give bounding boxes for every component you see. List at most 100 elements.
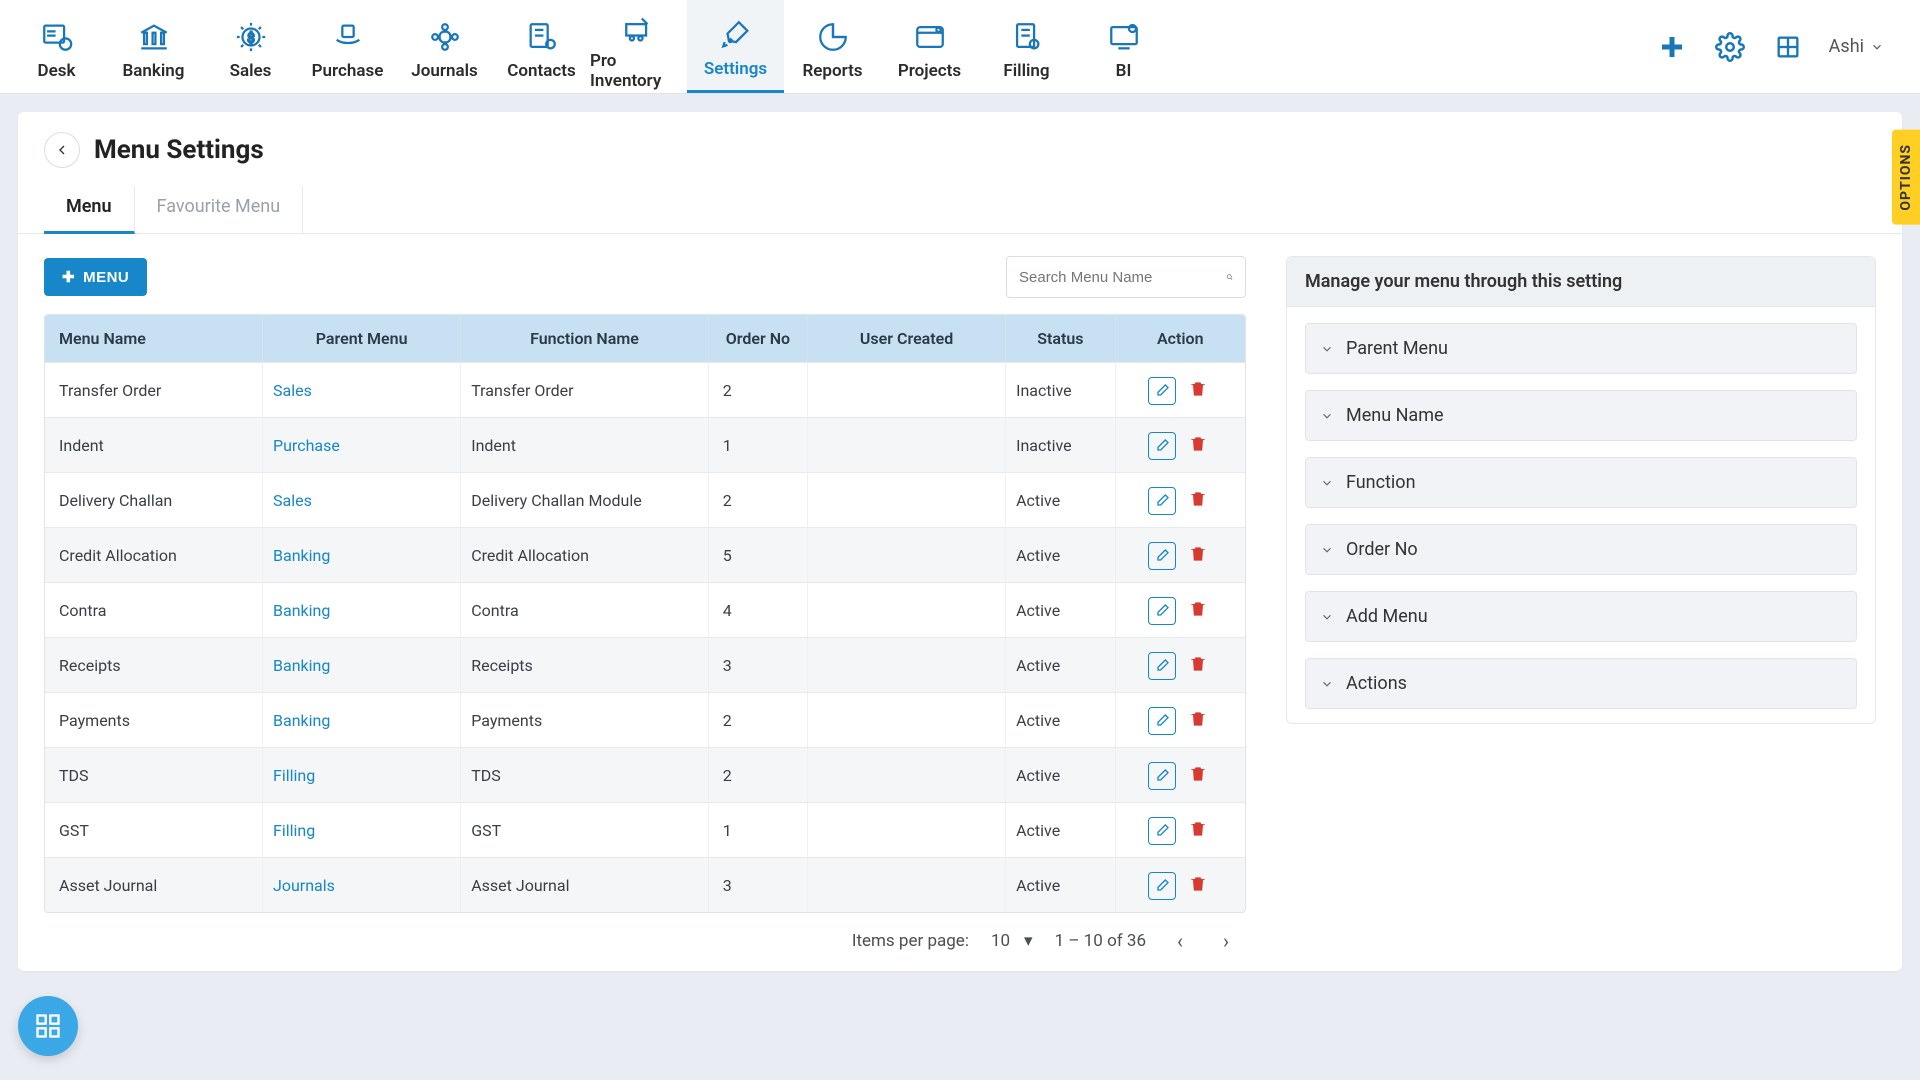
accordion-label: Actions bbox=[1346, 673, 1407, 694]
edit-icon[interactable] bbox=[1148, 432, 1176, 460]
nav-item-filling[interactable]: Filling bbox=[978, 0, 1075, 93]
nav-item-bi[interactable]: BI bbox=[1075, 0, 1172, 93]
accordion-menu-name[interactable]: Menu Name bbox=[1305, 390, 1857, 441]
cell-order-no: 2 bbox=[709, 747, 808, 802]
nav-icon: $ bbox=[233, 19, 269, 55]
nav-item-journals[interactable]: Journals bbox=[396, 0, 493, 93]
accordion-function[interactable]: Function bbox=[1305, 457, 1857, 508]
search-input[interactable] bbox=[1019, 269, 1218, 286]
cell-user-created bbox=[808, 417, 1006, 472]
cell-status: Active bbox=[1006, 527, 1115, 582]
cell-status: Active bbox=[1006, 637, 1115, 692]
delete-icon[interactable] bbox=[1184, 485, 1212, 513]
nav-item-pro-inventory[interactable]: Pro Inventory bbox=[590, 0, 687, 93]
delete-icon[interactable] bbox=[1184, 375, 1212, 403]
search-box[interactable] bbox=[1006, 256, 1246, 298]
cell-action bbox=[1116, 472, 1245, 527]
delete-icon[interactable] bbox=[1184, 595, 1212, 623]
cell-user-created bbox=[808, 747, 1006, 802]
add-menu-button[interactable]: ✚ MENU bbox=[44, 258, 147, 296]
plus-icon[interactable] bbox=[1655, 30, 1689, 64]
nav-item-sales[interactable]: $Sales bbox=[202, 0, 299, 93]
nav-icon bbox=[1009, 19, 1045, 55]
cell-menu-name: Payments bbox=[45, 692, 263, 747]
pager-size-dropdown[interactable]: ▾ bbox=[1024, 931, 1033, 951]
table-row: Asset JournalJournalsAsset Journal3Activ… bbox=[45, 857, 1245, 912]
cell-parent-menu[interactable]: Filling bbox=[263, 747, 461, 802]
options-flag[interactable]: OPTIONS bbox=[1892, 130, 1920, 225]
tab-menu[interactable]: Menu bbox=[44, 186, 135, 234]
delete-icon[interactable] bbox=[1184, 870, 1212, 898]
table-row: Delivery ChallanSalesDelivery Challan Mo… bbox=[45, 472, 1245, 527]
chevron-down-icon bbox=[1320, 610, 1334, 624]
table-row: Credit AllocationBankingCredit Allocatio… bbox=[45, 527, 1245, 582]
edit-icon[interactable] bbox=[1148, 707, 1176, 735]
nav-label: Reports bbox=[802, 61, 862, 81]
top-nav: Desk Banking$SalesPurchaseJournalsContact… bbox=[0, 0, 1920, 94]
cell-action bbox=[1116, 747, 1245, 802]
accordion-add-menu[interactable]: Add Menu bbox=[1305, 591, 1857, 642]
pager-size[interactable]: 10 bbox=[991, 931, 1010, 951]
pagination: Items per page: 10 ▾ 1 – 10 of 36 ‹ › bbox=[44, 913, 1246, 953]
pager-label: Items per page: bbox=[852, 931, 969, 951]
back-button[interactable] bbox=[44, 132, 80, 168]
gear-icon[interactable] bbox=[1713, 30, 1747, 64]
tab-favourite-menu[interactable]: Favourite Menu bbox=[135, 186, 304, 233]
cell-parent-menu[interactable]: Sales bbox=[263, 362, 461, 417]
edit-icon[interactable] bbox=[1148, 817, 1176, 845]
cell-user-created bbox=[808, 472, 1006, 527]
cell-parent-menu[interactable]: Sales bbox=[263, 472, 461, 527]
edit-icon[interactable] bbox=[1148, 487, 1176, 515]
nav-icon bbox=[718, 17, 754, 53]
delete-icon[interactable] bbox=[1184, 430, 1212, 458]
edit-icon[interactable] bbox=[1148, 762, 1176, 790]
nav-item-banking[interactable]: Banking bbox=[105, 0, 202, 93]
nav-item-desk[interactable]: Desk bbox=[8, 0, 105, 93]
edit-icon[interactable] bbox=[1148, 872, 1176, 900]
nav-item-contacts[interactable]: Contacts bbox=[493, 0, 590, 93]
cell-action bbox=[1116, 637, 1245, 692]
cell-parent-menu[interactable]: Banking bbox=[263, 637, 461, 692]
nav-item-reports[interactable]: Reports bbox=[784, 0, 881, 93]
accordion-order-no[interactable]: Order No bbox=[1305, 524, 1857, 575]
cell-user-created bbox=[808, 692, 1006, 747]
nav-item-settings[interactable]: Settings bbox=[687, 0, 784, 93]
delete-icon[interactable] bbox=[1184, 760, 1212, 788]
edit-icon[interactable] bbox=[1148, 377, 1176, 405]
edit-icon[interactable] bbox=[1148, 542, 1176, 570]
calculator-icon[interactable] bbox=[1771, 30, 1805, 64]
delete-icon[interactable] bbox=[1184, 705, 1212, 733]
cell-parent-menu[interactable]: Banking bbox=[263, 692, 461, 747]
pager-next[interactable]: › bbox=[1214, 929, 1238, 953]
cell-parent-menu[interactable]: Filling bbox=[263, 802, 461, 857]
cell-parent-menu[interactable]: Banking bbox=[263, 527, 461, 582]
cell-action bbox=[1116, 417, 1245, 472]
pager-prev[interactable]: ‹ bbox=[1168, 929, 1192, 953]
cell-function-name: Payments bbox=[461, 692, 708, 747]
user-menu[interactable]: Ashi bbox=[1829, 36, 1884, 57]
cell-parent-menu[interactable]: Purchase bbox=[263, 417, 461, 472]
accordion-actions[interactable]: Actions bbox=[1305, 658, 1857, 709]
nav-item-purchase[interactable]: Purchase bbox=[299, 0, 396, 93]
cell-function-name: GST bbox=[461, 802, 708, 857]
delete-icon[interactable] bbox=[1184, 815, 1212, 843]
cell-menu-name: Delivery Challan bbox=[45, 472, 263, 527]
search-icon bbox=[1226, 269, 1233, 285]
cell-action bbox=[1116, 692, 1245, 747]
col-order-no: Order No bbox=[709, 315, 808, 362]
edit-icon[interactable] bbox=[1148, 597, 1176, 625]
nav-items: Desk Banking$SalesPurchaseJournalsContact… bbox=[8, 0, 1172, 93]
cell-parent-menu[interactable]: Banking bbox=[263, 582, 461, 637]
cell-parent-menu[interactable]: Journals bbox=[263, 857, 461, 912]
delete-icon[interactable] bbox=[1184, 650, 1212, 678]
nav-item-projects[interactable]: Projects bbox=[881, 0, 978, 93]
apps-fab[interactable] bbox=[18, 996, 78, 1056]
cell-menu-name: Asset Journal bbox=[45, 857, 263, 912]
cell-order-no: 2 bbox=[709, 692, 808, 747]
accordion-list: Parent Menu Menu Name Function Order No Add … bbox=[1287, 323, 1875, 709]
edit-icon[interactable] bbox=[1148, 652, 1176, 680]
nav-label: Desk bbox=[38, 61, 76, 81]
accordion-parent-menu[interactable]: Parent Menu bbox=[1305, 323, 1857, 374]
side-panel-title: Manage your menu through this setting bbox=[1287, 257, 1875, 307]
delete-icon[interactable] bbox=[1184, 540, 1212, 568]
